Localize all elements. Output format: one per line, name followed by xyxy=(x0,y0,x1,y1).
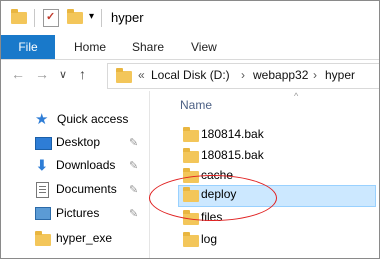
list-item[interactable]: 180815.bak xyxy=(170,146,379,166)
list-item[interactable]: files xyxy=(170,208,379,228)
documents-icon xyxy=(36,182,49,198)
sort-ascending-icon: ^ xyxy=(294,91,299,101)
folder-icon xyxy=(183,187,199,202)
tab-file[interactable]: File xyxy=(1,35,55,59)
sidebar-item-pictures[interactable]: Pictures ✎ xyxy=(1,203,149,225)
file-list: ^ Name 180814.bak 180815.bak cache deplo… xyxy=(150,91,379,258)
breadcrumb-webapp32[interactable]: webapp32 xyxy=(253,68,308,82)
star-icon: ★ xyxy=(35,111,49,128)
folder-icon xyxy=(11,9,27,24)
ribbon-tabs: File Home Share View xyxy=(1,35,379,60)
address-bar[interactable]: « Local Disk (D:) › webapp32 › hyper xyxy=(107,63,379,89)
window-title: hyper xyxy=(111,10,144,25)
folder-icon xyxy=(183,168,199,183)
folder-icon xyxy=(116,68,132,83)
download-icon: ⬇ xyxy=(36,157,48,173)
pin-icon[interactable]: ✎ xyxy=(129,136,138,149)
pin-icon[interactable]: ✎ xyxy=(129,207,138,220)
file-name: log xyxy=(201,232,218,246)
sidebar-item-quick-access[interactable]: ★ Quick access xyxy=(1,109,149,131)
sidebar-item-label: Desktop xyxy=(56,135,101,149)
properties-icon[interactable]: ✓ xyxy=(43,9,59,27)
sidebar-item-label: Pictures xyxy=(56,206,100,220)
file-name: 180815.bak xyxy=(201,148,264,162)
folder-icon xyxy=(183,210,199,225)
sidebar-item-desktop[interactable]: Desktop ✎ xyxy=(1,132,149,154)
sidebar-item-downloads[interactable]: ⬇ Downloads ✎ xyxy=(1,155,149,177)
navigation-bar: ← → ∨ ↑ « Local Disk (D:) › webapp32 › h… xyxy=(1,60,379,90)
sidebar-item-documents[interactable]: Documents ✎ xyxy=(1,179,149,201)
column-header-name[interactable]: Name xyxy=(180,98,212,112)
pictures-icon xyxy=(35,207,51,220)
quick-access-toolbar-dropdown-icon[interactable]: ▾ xyxy=(89,11,94,22)
breadcrumb-local-disk[interactable]: Local Disk (D:) xyxy=(151,68,230,82)
file-name: deploy xyxy=(201,187,237,201)
folder-icon xyxy=(183,232,199,247)
folder-icon xyxy=(183,127,199,142)
forward-button[interactable]: → xyxy=(35,66,49,82)
tab-share[interactable]: Share xyxy=(132,35,164,59)
sidebar-item-label: hyper_exe xyxy=(56,231,113,245)
recent-locations-button[interactable]: ∨ xyxy=(59,68,67,81)
tab-view[interactable]: View xyxy=(191,35,217,59)
list-item-selected[interactable]: deploy xyxy=(178,185,376,207)
navigation-pane: ★ Quick access Desktop ✎ ⬇ Downloads ✎ D… xyxy=(1,91,150,258)
file-name: 180814.bak xyxy=(201,127,264,141)
breadcrumb-separator[interactable]: › xyxy=(313,68,317,82)
file-name: files xyxy=(201,210,223,224)
pin-icon[interactable]: ✎ xyxy=(129,159,138,172)
list-item[interactable]: cache xyxy=(170,166,379,186)
list-item[interactable]: log xyxy=(170,230,379,250)
back-button[interactable]: ← xyxy=(11,66,25,82)
list-item[interactable]: 180814.bak xyxy=(170,125,379,145)
overflow-crumbs[interactable]: « xyxy=(138,68,145,82)
folder-icon xyxy=(35,231,51,246)
folder-icon xyxy=(183,148,199,163)
desktop-icon xyxy=(35,137,52,150)
divider xyxy=(101,9,102,27)
sidebar-item-label: Downloads xyxy=(56,158,116,172)
file-name: cache xyxy=(201,168,234,182)
explorer-window: ✓ ▾ hyper File Home Share View ← → ∨ ↑ «… xyxy=(0,0,380,259)
title-bar: ✓ ▾ hyper xyxy=(1,1,379,35)
divider xyxy=(34,9,35,27)
up-button[interactable]: ↑ xyxy=(79,66,86,82)
new-folder-icon[interactable] xyxy=(67,9,83,24)
breadcrumb-hyper[interactable]: hyper xyxy=(325,68,355,82)
sidebar-item-hyper-exe[interactable]: hyper_exe xyxy=(1,228,149,250)
sidebar-item-label: Quick access xyxy=(57,112,129,126)
tab-home[interactable]: Home xyxy=(74,35,106,59)
breadcrumb-separator[interactable]: › xyxy=(241,68,245,82)
pin-icon[interactable]: ✎ xyxy=(129,183,138,196)
sidebar-item-label: Documents xyxy=(56,182,117,196)
